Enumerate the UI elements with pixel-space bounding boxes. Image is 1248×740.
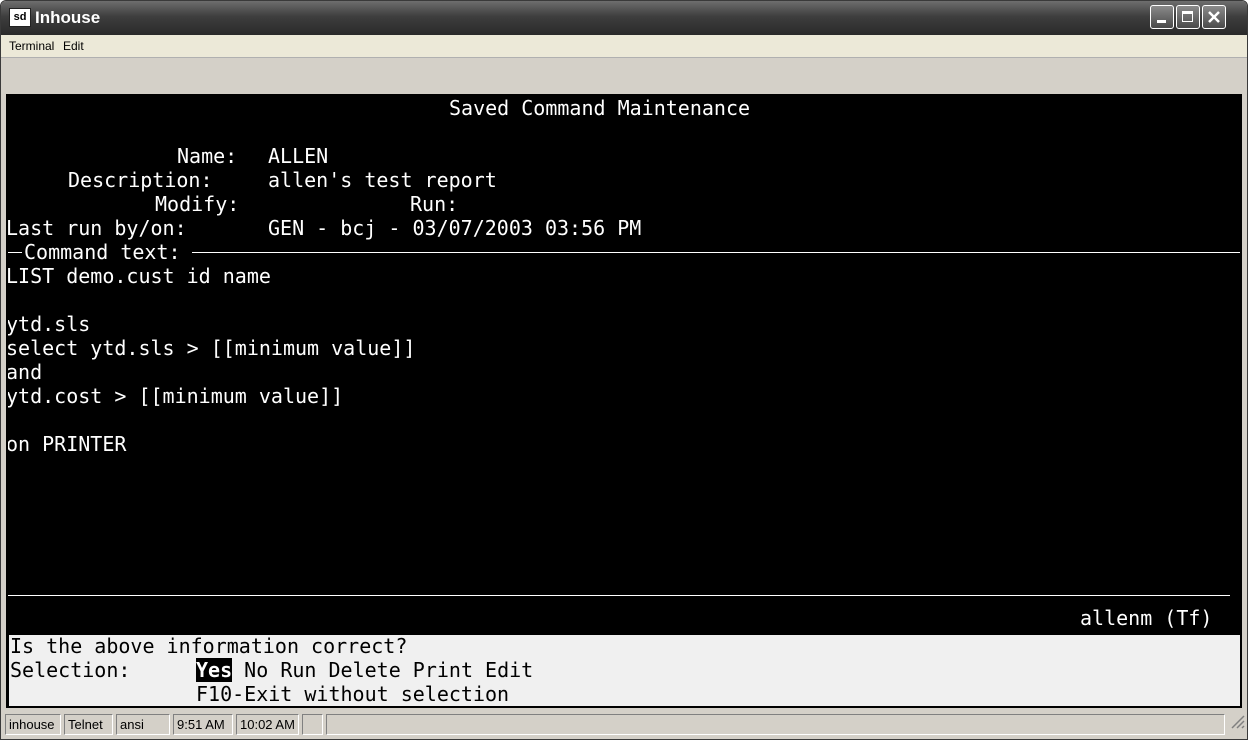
command-text-label: Command text: (24, 240, 181, 264)
command-line: ytd.cost > [[minimum value]] (6, 384, 344, 408)
status-message-panel (326, 714, 1225, 735)
user-tag: allenm (Tf) (1080, 606, 1213, 630)
status-time-now: 10:02 AM (236, 714, 299, 735)
option-print[interactable]: Print (413, 658, 473, 682)
maximize-icon (1182, 11, 1193, 22)
exit-hint: F10-Exit without selection (196, 682, 510, 706)
menu-terminal[interactable]: Terminal (9, 39, 54, 53)
terminal-window: sd Inhouse Terminal Edit Saved Command M… (0, 0, 1248, 740)
maximize-button[interactable] (1176, 5, 1200, 29)
status-host: inhouse (5, 714, 61, 735)
command-line: select ytd.sls > [[minimum value]] (6, 336, 416, 360)
status-bar: inhouse Telnet ansi 9:51 AM 10:02 AM (1, 711, 1247, 739)
resize-grip-icon[interactable] (1229, 713, 1245, 729)
screen-heading: Saved Command Maintenance (449, 96, 751, 120)
command-divider-left (6, 252, 22, 253)
option-yes[interactable]: Yes (196, 658, 233, 682)
terminal-screen[interactable]: Saved Command Maintenance Name: ALLEN De… (6, 94, 1242, 632)
close-icon (1208, 11, 1220, 23)
option-no[interactable]: No (244, 658, 268, 682)
close-button[interactable] (1202, 5, 1226, 29)
menu-edit[interactable]: Edit (63, 39, 84, 53)
minimize-button[interactable] (1150, 5, 1174, 29)
minimize-icon (1157, 20, 1166, 23)
command-divider-right (192, 252, 1242, 253)
selection-options: Yes No Run Delete Print Edit (196, 658, 533, 682)
menu-bar: Terminal Edit (1, 35, 1247, 58)
selection-label: Selection: (10, 658, 131, 682)
option-run[interactable]: Run (280, 658, 316, 682)
title-bar[interactable]: sd Inhouse (1, 1, 1247, 35)
modify-label: Modify: (155, 192, 240, 216)
run-label: Run: (410, 192, 459, 216)
description-value: allen's test report (268, 168, 497, 192)
option-edit[interactable]: Edit (485, 658, 533, 682)
status-empty-panel (302, 714, 323, 735)
name-label: Name: (177, 144, 238, 168)
last-run-label: Last run by/on: (6, 216, 187, 240)
status-time-start: 9:51 AM (173, 714, 233, 735)
last-run-value: GEN - bcj - 03/07/2003 03:56 PM (268, 216, 642, 240)
window-title: Inhouse (35, 8, 101, 27)
option-delete[interactable]: Delete (328, 658, 400, 682)
status-protocol: Telnet (64, 714, 113, 735)
description-label: Description: (68, 168, 213, 192)
status-divider (6, 595, 1230, 596)
command-line: and (6, 360, 43, 384)
prompt-area[interactable]: Is the above information correct? Select… (6, 632, 1242, 706)
command-line: LIST demo.cust id name (6, 264, 271, 288)
app-icon[interactable]: sd (9, 8, 31, 27)
command-line: ytd.sls (6, 312, 91, 336)
command-line: on PRINTER (6, 432, 127, 456)
name-value: ALLEN (268, 144, 329, 168)
status-emulation: ansi (116, 714, 170, 735)
prompt-question: Is the above information correct? (10, 634, 408, 658)
